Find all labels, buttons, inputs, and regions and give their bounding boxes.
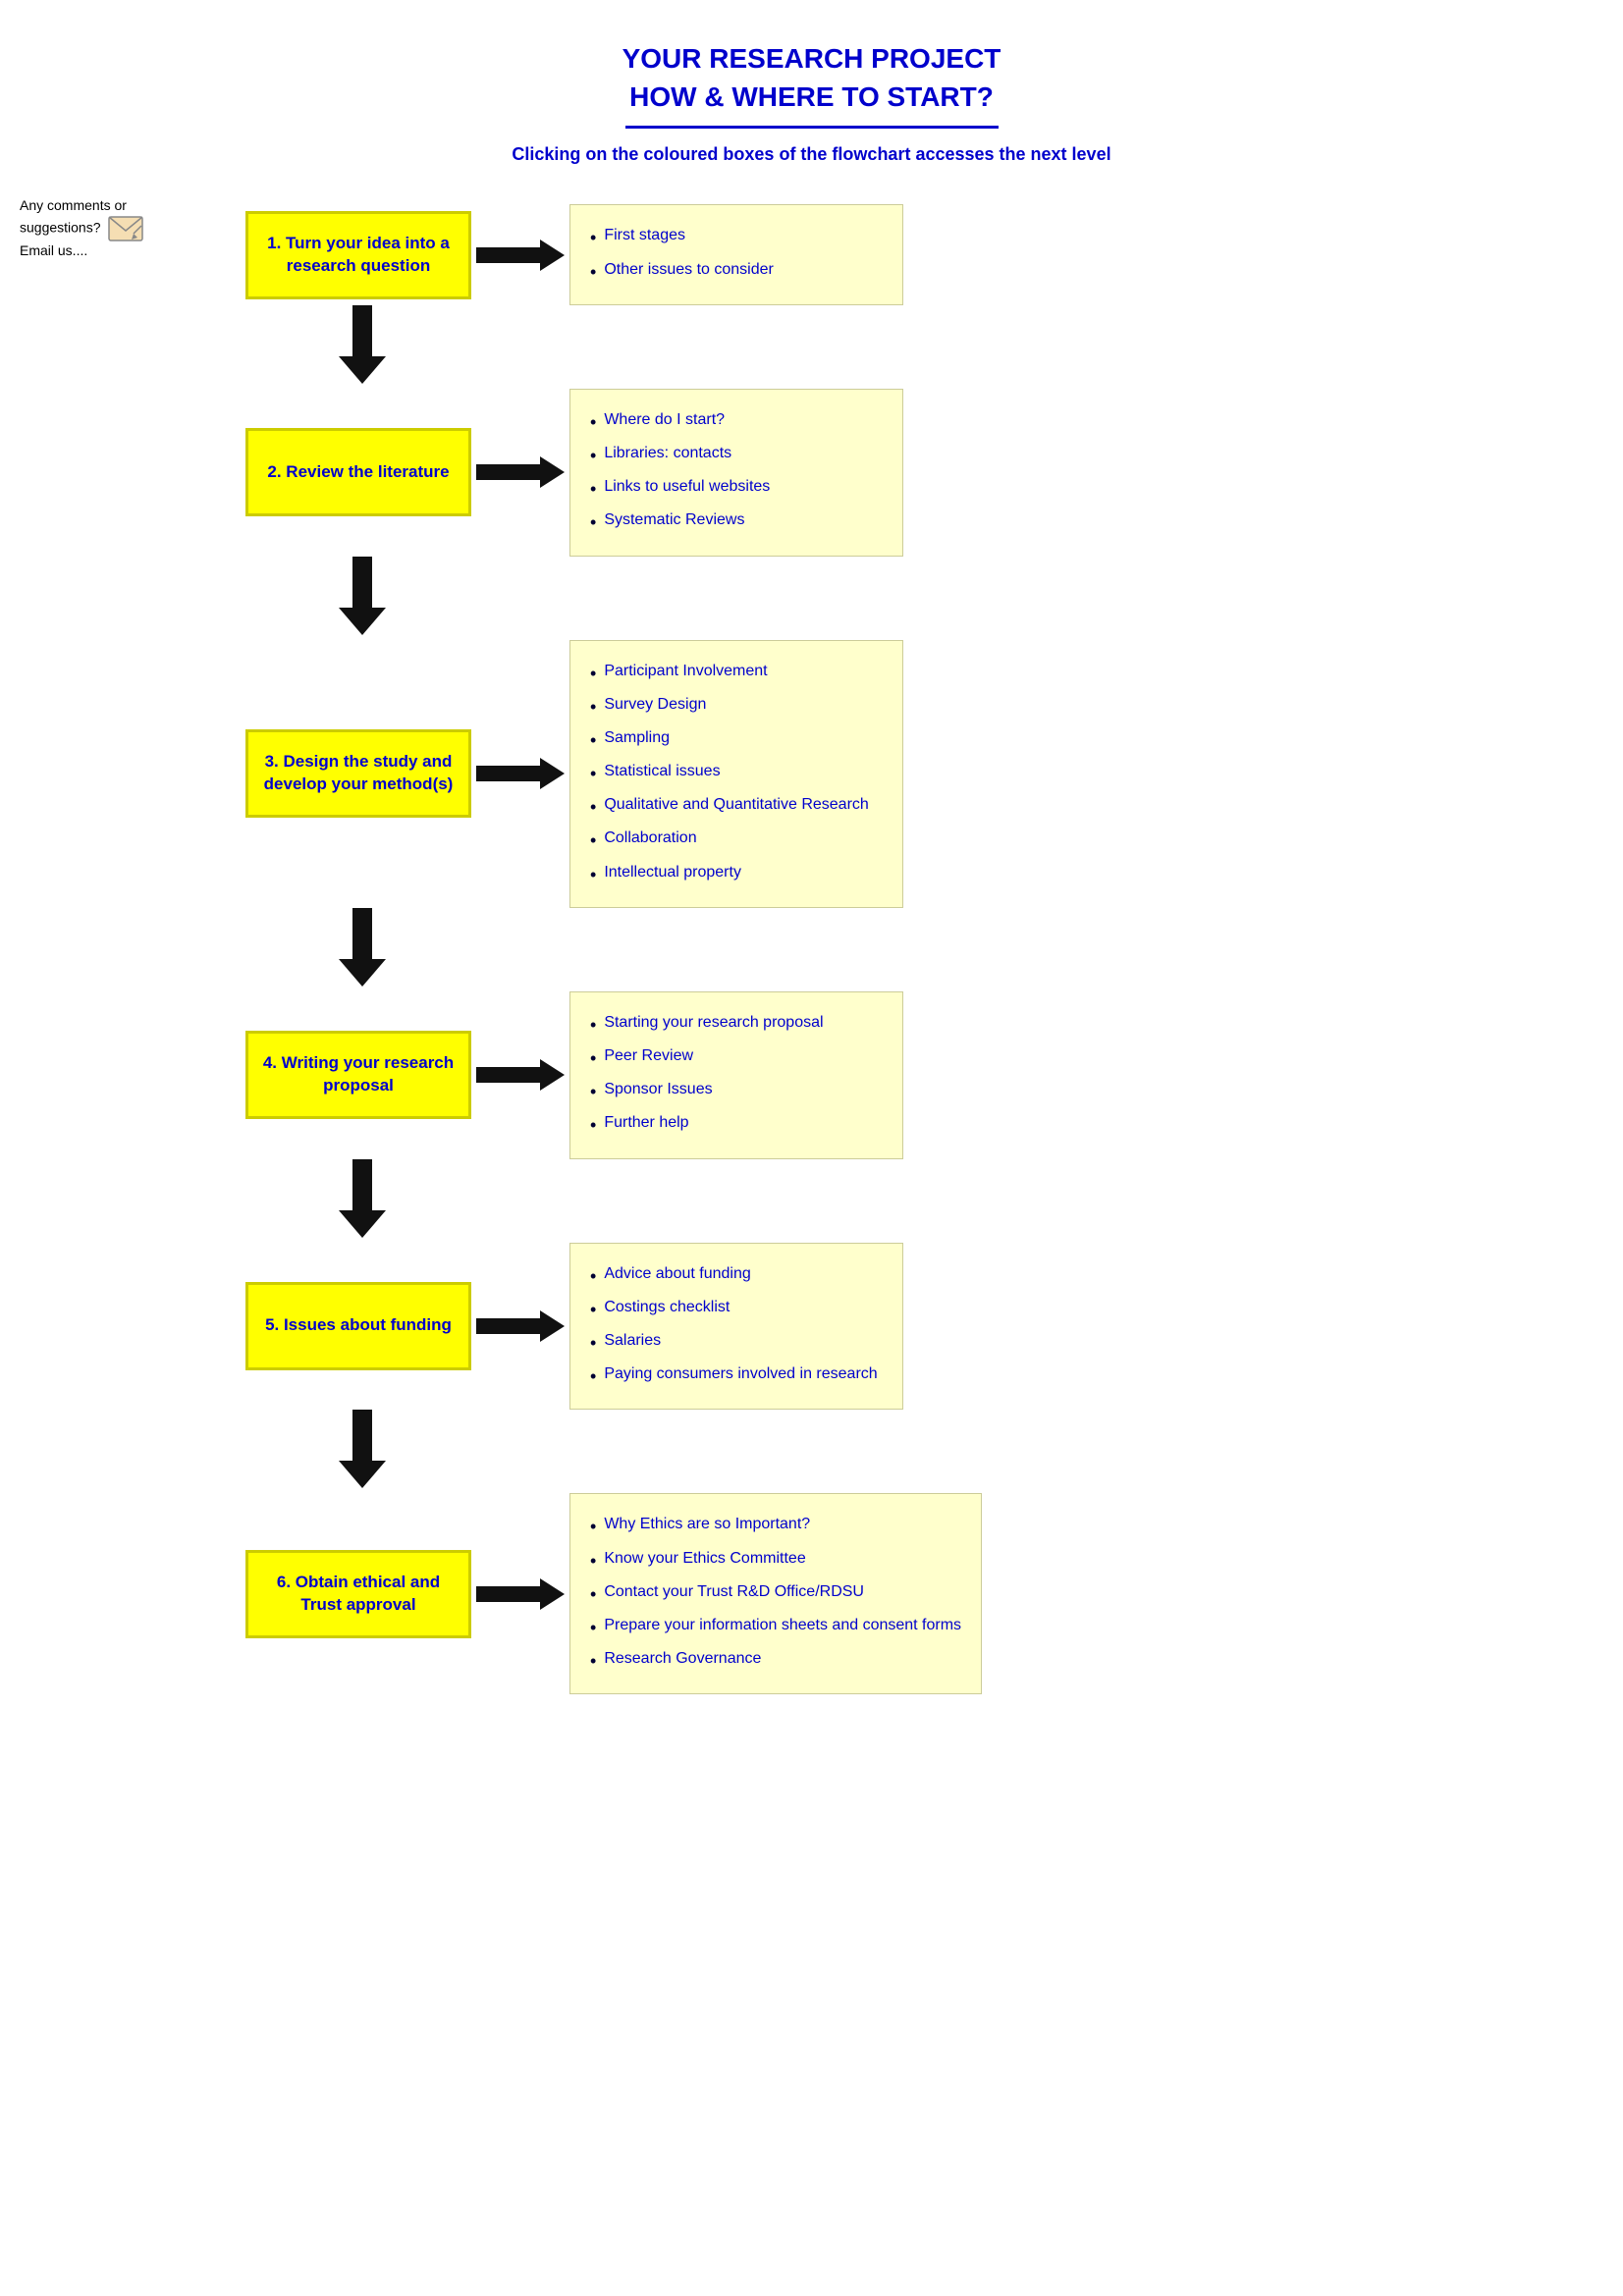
info-box-1: First stagesOther issues to consider — [569, 204, 903, 304]
info-box-4: Starting your research proposalPeer Revi… — [569, 991, 903, 1159]
info-item-5-1[interactable]: Advice about funding — [590, 1259, 883, 1293]
arrow-down-svg-2 — [339, 557, 386, 640]
arrow-right-5 — [471, 1307, 569, 1346]
sidebar-line2: suggestions? — [20, 219, 101, 235]
arrow-down-2 — [339, 557, 386, 640]
flow-row-5: 5. Issues about funding Advice about fun… — [245, 1243, 1564, 1411]
sidebar-line1: Any comments or — [20, 197, 127, 213]
info-item-1-2[interactable]: Other issues to consider — [590, 255, 883, 289]
step-box-4[interactable]: 4. Writing your research proposal — [245, 1031, 471, 1119]
sidebar-line3: Email us.... — [20, 242, 87, 258]
title-line2: HOW & WHERE TO START? — [629, 81, 994, 112]
arrow-down-5 — [339, 1410, 386, 1493]
step-box-5[interactable]: 5. Issues about funding — [245, 1282, 471, 1370]
info-box-6: Why Ethics are so Important?Know your Et… — [569, 1493, 982, 1694]
info-item-3-4[interactable]: Statistical issues — [590, 757, 883, 790]
page-title: YOUR RESEARCH PROJECT HOW & WHERE TO STA… — [59, 39, 1564, 116]
arrow-right-1 — [471, 236, 569, 275]
info-item-3-3[interactable]: Sampling — [590, 723, 883, 757]
title-underline — [625, 126, 999, 129]
step-label-6: 6. Obtain ethical and Trust approval — [260, 1572, 457, 1617]
step-label-2: 2. Review the literature — [267, 461, 449, 484]
arrow-down-4 — [339, 1159, 386, 1243]
flow-row-6: 6. Obtain ethical and Trust approval Why… — [245, 1493, 1564, 1694]
info-item-3-5[interactable]: Qualitative and Quantitative Research — [590, 790, 883, 824]
info-box-5: Advice about fundingCostings checklistSa… — [569, 1243, 903, 1411]
info-item-6-4[interactable]: Prepare your information sheets and cons… — [590, 1611, 961, 1644]
info-item-6-5[interactable]: Research Governance — [590, 1644, 961, 1678]
info-item-4-2[interactable]: Peer Review — [590, 1041, 883, 1075]
arrow-down-svg-5 — [339, 1410, 386, 1493]
info-item-3-2[interactable]: Survey Design — [590, 690, 883, 723]
info-item-1-1[interactable]: First stages — [590, 221, 883, 254]
info-item-3-7[interactable]: Intellectual property — [590, 858, 883, 891]
flow-row-4: 4. Writing your research proposal Starti… — [245, 991, 1564, 1159]
step-box-3[interactable]: 3. Design the study and develop your met… — [245, 729, 471, 818]
arrow-down-svg-1 — [339, 305, 386, 389]
info-item-4-4[interactable]: Further help — [590, 1108, 883, 1142]
step-box-1[interactable]: 1. Turn your idea into a research questi… — [245, 211, 471, 299]
info-item-6-2[interactable]: Know your Ethics Committee — [590, 1544, 961, 1577]
flowchart: 1. Turn your idea into a research questi… — [245, 204, 1564, 1694]
step-label-1: 1. Turn your idea into a research questi… — [260, 233, 457, 278]
info-item-3-1[interactable]: Participant Involvement — [590, 657, 883, 690]
info-item-2-1[interactable]: Where do I start? — [590, 405, 883, 439]
info-item-5-4[interactable]: Paying consumers involved in research — [590, 1360, 883, 1393]
arrow-right-6 — [471, 1575, 569, 1614]
arrow-down-1 — [339, 305, 386, 389]
info-item-5-2[interactable]: Costings checklist — [590, 1293, 883, 1326]
flow-row-1: 1. Turn your idea into a research questi… — [245, 204, 1564, 304]
step-box-6[interactable]: 6. Obtain ethical and Trust approval — [245, 1550, 471, 1638]
email-icon[interactable] — [108, 216, 143, 241]
header: YOUR RESEARCH PROJECT HOW & WHERE TO STA… — [59, 39, 1564, 165]
info-item-2-4[interactable]: Systematic Reviews — [590, 506, 883, 539]
info-item-6-1[interactable]: Why Ethics are so Important? — [590, 1510, 961, 1543]
title-line1: YOUR RESEARCH PROJECT — [622, 43, 1001, 74]
step-label-3: 3. Design the study and develop your met… — [260, 751, 457, 796]
step-box-2[interactable]: 2. Review the literature — [245, 428, 471, 516]
info-item-2-2[interactable]: Libraries: contacts — [590, 439, 883, 472]
flow-row-2: 2. Review the literature Where do I star… — [245, 389, 1564, 557]
info-item-3-6[interactable]: Collaboration — [590, 824, 883, 857]
info-item-6-3[interactable]: Contact your Trust R&D Office/RDSU — [590, 1577, 961, 1611]
arrow-down-svg-3 — [339, 908, 386, 991]
arrow-right-2 — [471, 453, 569, 492]
info-box-3: Participant InvolvementSurvey DesignSamp… — [569, 640, 903, 908]
subtitle: Clicking on the coloured boxes of the fl… — [59, 144, 1564, 165]
sidebar-comment: Any comments or suggestions? Email us...… — [20, 196, 157, 260]
page-container: YOUR RESEARCH PROJECT HOW & WHERE TO STA… — [0, 0, 1623, 1734]
info-box-2: Where do I start?Libraries: contactsLink… — [569, 389, 903, 557]
info-item-2-3[interactable]: Links to useful websites — [590, 472, 883, 506]
arrow-right-3 — [471, 754, 569, 793]
info-item-5-3[interactable]: Salaries — [590, 1326, 883, 1360]
arrow-down-3 — [339, 908, 386, 991]
arrow-right-4 — [471, 1055, 569, 1095]
info-item-4-1[interactable]: Starting your research proposal — [590, 1008, 883, 1041]
step-label-5: 5. Issues about funding — [265, 1314, 452, 1337]
step-label-4: 4. Writing your research proposal — [260, 1052, 457, 1097]
arrow-down-svg-4 — [339, 1159, 386, 1243]
flow-row-3: 3. Design the study and develop your met… — [245, 640, 1564, 908]
info-item-4-3[interactable]: Sponsor Issues — [590, 1075, 883, 1108]
